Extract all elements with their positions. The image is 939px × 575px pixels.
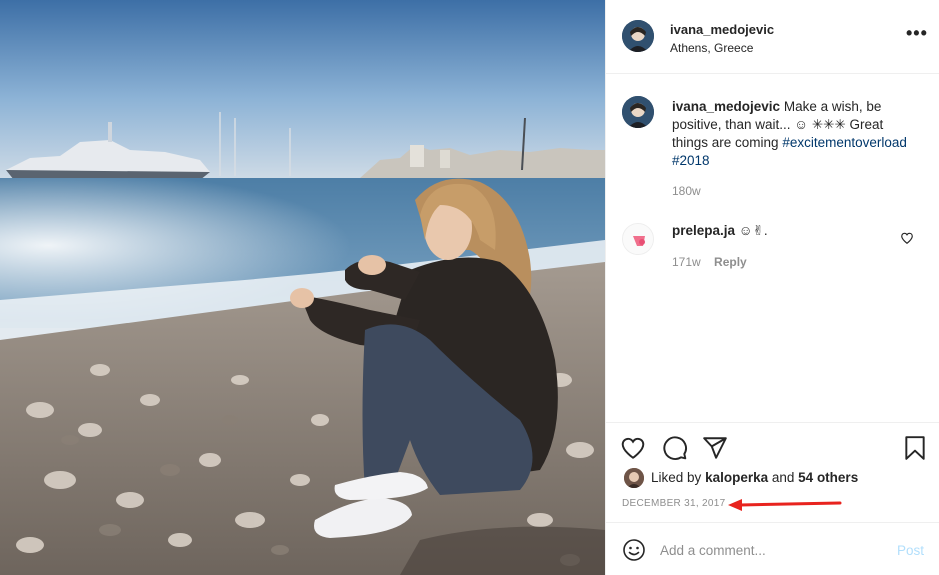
post-photo[interactable] [0,0,605,575]
hashtag-link[interactable]: #2018 [672,153,710,168]
comment-timestamp[interactable]: 171w [672,255,701,269]
comment-meta: 171w Reply [672,255,747,269]
comment-text: ☺✌︎. [738,223,768,238]
comment-item: prelepa.ja ☺✌︎. 171w Reply [606,215,939,275]
red-arrow-icon [728,499,842,511]
heart-icon[interactable] [620,435,646,461]
more-options-icon[interactable]: ••• [906,24,927,46]
post-photo-image [0,0,605,575]
comment-heart-icon[interactable] [900,231,914,245]
caption-author-avatar[interactable] [622,96,654,128]
liker-avatar[interactable] [624,468,644,488]
likes-others-link[interactable]: 54 others [798,470,858,485]
caption-text-block: ivana_medojevic Make a wish, be positive… [672,98,922,170]
hashtag-link[interactable]: #excitementoverload [782,135,907,150]
likes-summary: Liked by kaloperka and 54 others [622,466,932,490]
share-icon[interactable] [702,435,728,461]
bookmark-icon[interactable] [902,435,928,461]
add-comment-bar: Post [606,522,939,575]
comment-input[interactable] [660,537,880,563]
action-bar [606,422,939,472]
likes-connector: and [771,470,795,485]
comment-icon[interactable] [662,435,688,461]
caption-username[interactable]: ivana_medojevic [672,99,780,114]
comment-username[interactable]: prelepa.ja [672,223,735,238]
comment-body: prelepa.ja ☺✌︎. [672,223,768,239]
post-button[interactable]: Post [897,543,924,558]
post-header: ivana_medojevic Athens, Greece ••• [606,0,939,74]
reply-button[interactable]: Reply [714,255,747,269]
author-avatar[interactable] [622,20,654,52]
emoji-icon[interactable] [622,538,646,562]
liker-username[interactable]: kaloperka [705,470,768,485]
post-date[interactable]: DECEMBER 31, 2017 [622,498,725,509]
author-username[interactable]: ivana_medojevic [670,22,774,37]
commenter-avatar[interactable] [622,223,654,255]
post-details-panel: ivana_medojevic Athens, Greece ••• ivana… [605,0,939,575]
likes-prefix: Liked by [651,470,702,485]
caption-timestamp[interactable]: 180w [672,184,701,198]
post-location[interactable]: Athens, Greece [670,41,753,55]
likes-text: Liked by kaloperka and 54 others [651,470,858,485]
